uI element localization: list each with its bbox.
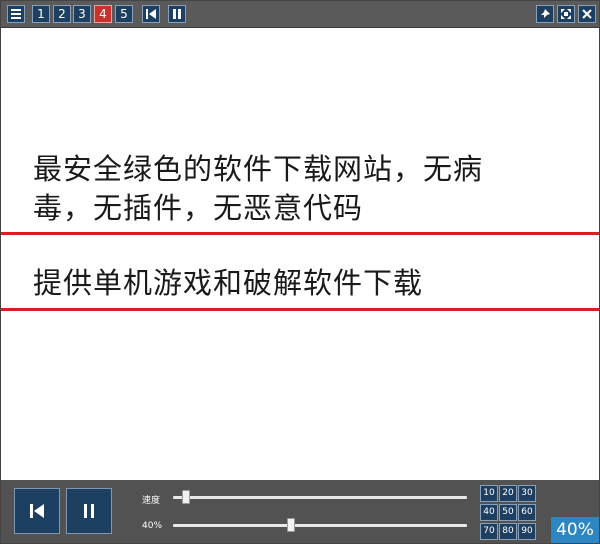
script-line-2: 毒，无插件，无恶意代码 <box>33 191 364 225</box>
prompter-text-area: 最安全绿色的软件下载网站，无病 毒，无插件，无恶意代码 提供单机游戏和破解软件下… <box>1 28 599 480</box>
menu-button[interactable] <box>7 5 25 23</box>
reading-guide-top <box>1 232 599 235</box>
skip-to-start-icon <box>30 504 44 518</box>
teleprompter-window: 1 2 3 4 5 最安全绿色的软件下载网站，无病 毒，无插件，无恶意代码 提供… <box>0 0 600 544</box>
pin-button[interactable] <box>536 5 554 23</box>
pause-button-small[interactable] <box>168 5 186 23</box>
speed-slider-thumb[interactable] <box>181 490 190 504</box>
page-4-button[interactable]: 4 <box>94 5 112 23</box>
page-2-button[interactable]: 2 <box>53 5 71 23</box>
top-toolbar: 1 2 3 4 5 <box>1 1 599 28</box>
speed-slider-track[interactable] <box>173 496 467 499</box>
speed-label: 速度 <box>142 496 161 506</box>
skip-start-large-button[interactable] <box>14 488 60 534</box>
close-button[interactable] <box>578 5 596 23</box>
preset-90-button[interactable]: 90 <box>518 523 536 540</box>
pause-icon <box>173 9 181 19</box>
pin-icon <box>540 9 550 19</box>
script-line-3: 提供单机游戏和破解软件下载 <box>33 266 424 300</box>
skip-start-button[interactable] <box>142 5 160 23</box>
percent-display: 40% <box>551 517 599 543</box>
reading-guide-bottom <box>1 308 599 311</box>
preset-30-button[interactable]: 30 <box>518 485 536 502</box>
preset-40-button[interactable]: 40 <box>480 504 498 521</box>
skip-to-start-icon <box>146 9 156 19</box>
font-size-label: 40% <box>142 521 163 531</box>
script-line-1: 最安全绿色的软件下载网站，无病 <box>33 152 484 186</box>
font-size-slider-track[interactable] <box>173 524 467 527</box>
pause-large-button[interactable] <box>66 488 112 534</box>
fullscreen-button[interactable] <box>557 5 575 23</box>
pause-icon <box>84 504 94 518</box>
hamburger-menu-icon <box>11 9 21 19</box>
preset-80-button[interactable]: 80 <box>499 523 517 540</box>
fullscreen-icon <box>561 9 571 19</box>
page-1-button[interactable]: 1 <box>32 5 50 23</box>
control-panel: 速度 40% 10 20 30 40 50 60 70 80 90 40% <box>1 480 599 543</box>
font-size-slider-thumb[interactable] <box>287 518 296 532</box>
page-5-button[interactable]: 5 <box>115 5 133 23</box>
page-3-button[interactable]: 3 <box>73 5 91 23</box>
preset-70-button[interactable]: 70 <box>480 523 498 540</box>
preset-60-button[interactable]: 60 <box>518 504 536 521</box>
close-icon <box>582 9 592 19</box>
preset-50-button[interactable]: 50 <box>499 504 517 521</box>
preset-10-button[interactable]: 10 <box>480 485 498 502</box>
preset-20-button[interactable]: 20 <box>499 485 517 502</box>
